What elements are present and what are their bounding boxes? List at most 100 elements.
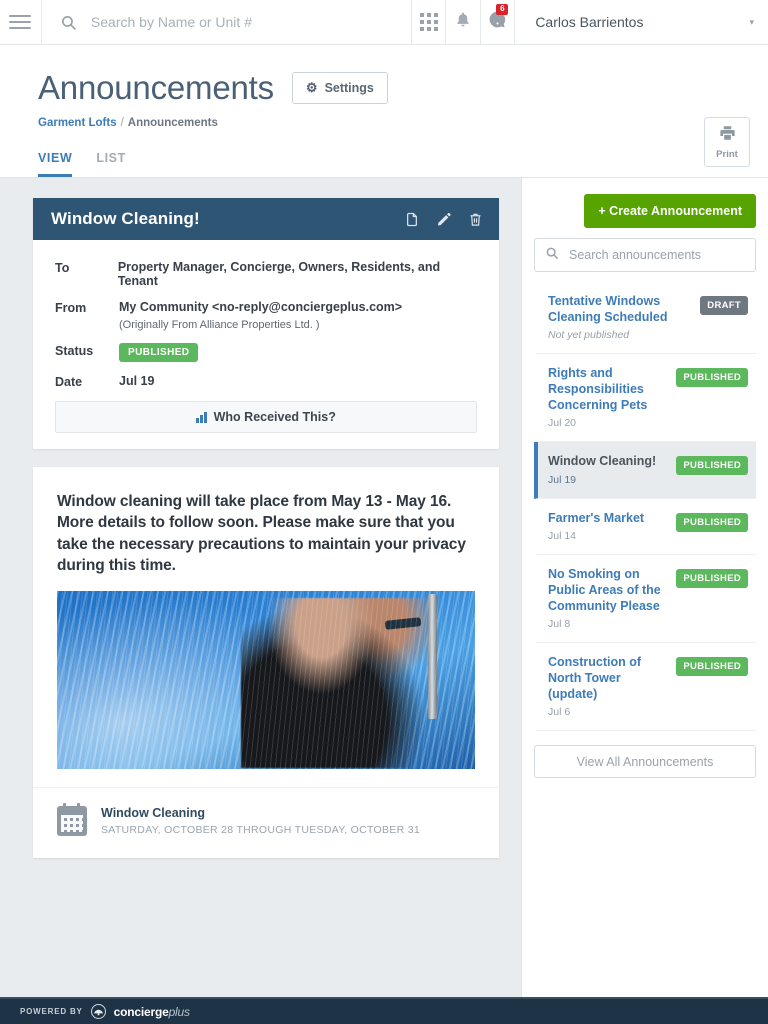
meta-row-status: Status PUBLISHED [55, 343, 477, 362]
announcement-title: Window Cleaning! [51, 209, 200, 228]
sidebar-search-input[interactable] [569, 248, 745, 262]
print-button-label: Print [716, 149, 738, 160]
from-label: From [55, 301, 87, 315]
who-received-this-label: Who Received This? [213, 410, 336, 424]
calendar-icon [57, 802, 87, 836]
messages-button[interactable]: 6 [481, 0, 516, 44]
list-item[interactable]: Farmer's Market Jul 14 PUBLISHED [534, 499, 756, 556]
to-label: To [55, 261, 70, 275]
top-navigation-bar: 6 Carlos Barrientos ▾ [0, 0, 768, 45]
list-item[interactable]: Rights and Responsibilities Concerning P… [534, 354, 756, 443]
meta-row-to: To Property Manager, Concierge, Owners, … [55, 260, 477, 288]
search-icon [545, 246, 559, 265]
status-badge: DRAFT [700, 296, 748, 315]
announcement-content-body: Window cleaning will take place from May… [33, 467, 499, 769]
linked-event-row[interactable]: Window Cleaning SATURDAY, OCTOBER 28 THR… [33, 786, 499, 858]
list-item-title: Rights and Responsibilities Concerning P… [548, 366, 648, 412]
meta-row-date: Date Jul 19 [55, 374, 477, 389]
meta-row-from: From My Community <no-reply@conciergeplu… [55, 300, 477, 331]
who-received-this-button[interactable]: Who Received This? [55, 401, 477, 433]
gear-icon: ⚙ [305, 80, 318, 95]
printer-icon [718, 124, 737, 147]
to-value: Property Manager, Concierge, Owners, Res… [117, 260, 441, 288]
announcement-actions [404, 211, 483, 228]
search-icon [60, 14, 77, 31]
announcement-card-header: Window Cleaning! [33, 198, 499, 240]
user-name-label: Carlos Barrientos [535, 14, 644, 30]
list-item-title: No Smoking on Public Areas of the Commun… [548, 567, 661, 613]
status-badge: PUBLISHED [676, 657, 748, 677]
announcements-sidebar: + Create Announcement Tentative Windows … [521, 177, 768, 997]
sidebar-search[interactable] [534, 238, 756, 272]
duplicate-icon[interactable] [404, 211, 420, 228]
date-label: Date [55, 375, 83, 389]
page-tabs: VIEW LIST [0, 129, 768, 177]
user-menu-caret[interactable]: ▾ [749, 0, 768, 44]
status-badge: PUBLISHED [676, 456, 748, 476]
tab-view[interactable]: VIEW [38, 151, 73, 177]
breadcrumb: Garment Lofts / Announcements [38, 117, 744, 129]
announcement-body-text: Window cleaning will take place from May… [57, 493, 466, 575]
page-header: Announcements ⚙ Settings Garment Lofts / A… [0, 45, 768, 177]
app-root: 6 Carlos Barrientos ▾ Announcements ⚙ Se… [0, 0, 768, 1024]
list-item-sub: Jul 20 [548, 417, 577, 430]
list-item-sub: Jul 19 [548, 473, 577, 486]
breadcrumb-separator: / [120, 117, 124, 129]
breadcrumb-current: Announcements [127, 117, 218, 129]
delete-icon[interactable] [468, 211, 483, 228]
list-item-sub: Jul 14 [548, 530, 577, 543]
status-badge: PUBLISHED [676, 368, 748, 388]
hamburger-menu-button[interactable] [0, 0, 42, 44]
announcement-meta: To Property Manager, Concierge, Owners, … [33, 240, 499, 449]
status-badge: PUBLISHED [676, 569, 748, 589]
announcement-content-card: Window cleaning will take place from May… [33, 467, 499, 858]
powered-by-label: POWERED BY [20, 1007, 83, 1016]
announcement-detail-pane: Window Cleaning! To Property Manager, Co… [0, 177, 521, 997]
status-badge: PUBLISHED [119, 343, 199, 362]
brand-primary: concierge [113, 1004, 169, 1019]
list-item-title: Window Cleaning! [548, 454, 657, 469]
concierge-logo-icon [90, 1004, 106, 1019]
notifications-button[interactable] [446, 0, 481, 44]
status-label: Status [55, 344, 94, 358]
list-item[interactable]: Tentative Windows Cleaning Scheduled Not… [534, 282, 756, 355]
list-item[interactable]: No Smoking on Public Areas of the Commun… [534, 555, 756, 644]
view-all-announcements-button[interactable]: View All Announcements [534, 745, 756, 779]
event-title: Window Cleaning [101, 805, 206, 820]
photo-wash-overlay [57, 590, 475, 769]
settings-button[interactable]: ⚙ Settings [291, 72, 388, 104]
user-menu[interactable]: Carlos Barrientos [515, 0, 659, 44]
breadcrumb-root-link[interactable]: Garment Lofts [38, 117, 117, 129]
status-badge: PUBLISHED [676, 512, 748, 532]
page-body: Window Cleaning! To Property Manager, Co… [0, 177, 768, 997]
tab-list[interactable]: LIST [96, 151, 125, 177]
messages-badge: 6 [496, 4, 509, 15]
page-title: Announcements [38, 69, 274, 106]
footer: POWERED BY conciergeplus [0, 997, 768, 1024]
search-input[interactable] [90, 14, 411, 30]
list-item-title: Tentative Windows Cleaning Scheduled [548, 294, 668, 324]
brand-name: conciergeplus [114, 1005, 190, 1019]
announcement-list: Tentative Windows Cleaning Scheduled Not… [534, 282, 756, 732]
grid-apps-icon [419, 13, 438, 31]
apps-grid-button[interactable] [412, 0, 447, 44]
edit-icon[interactable] [436, 211, 452, 228]
list-item[interactable]: Construction of North Tower (update) Jul… [534, 643, 756, 732]
announcement-summary-card: Window Cleaning! To Property Manager, Co… [33, 198, 499, 449]
create-announcement-button[interactable]: + Create Announcement [584, 194, 756, 228]
hamburger-icon [9, 11, 32, 33]
settings-button-label: Settings [324, 81, 374, 95]
list-item[interactable]: Window Cleaning! Jul 19 PUBLISHED [534, 442, 756, 499]
list-item-title: Construction of North Tower (update) [548, 655, 642, 701]
brand-secondary: plus [168, 1004, 190, 1019]
bar-chart-icon [196, 411, 207, 423]
print-button[interactable]: Print [704, 117, 750, 167]
global-search[interactable] [42, 0, 412, 44]
window-cleaner-photo [57, 590, 475, 769]
bell-icon [455, 11, 471, 34]
list-item-sub: Jul 6 [548, 706, 571, 719]
date-value: Jul 19 [119, 374, 155, 388]
chevron-down-icon: ▾ [749, 16, 754, 27]
list-item-title: Farmer's Market [548, 510, 645, 525]
